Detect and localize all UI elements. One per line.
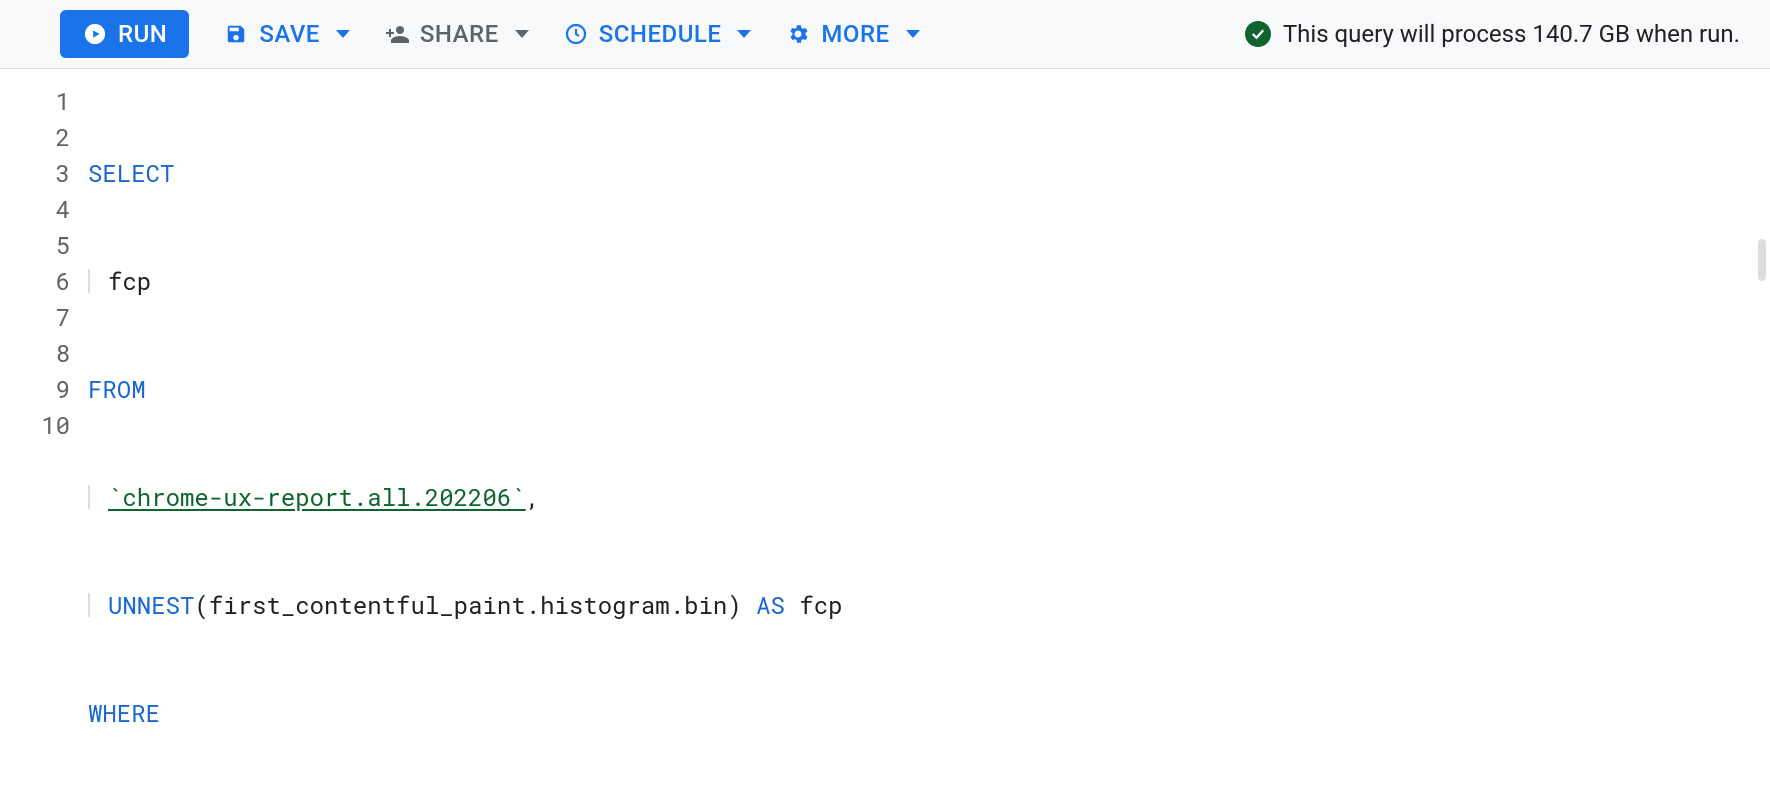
validation-text: This query will process 140.7 GB when ru… — [1283, 20, 1740, 48]
query-toolbar: RUN SAVE SHARE SCHEDULE MORE This qu — [0, 0, 1770, 69]
schedule-label: SCHEDULE — [599, 20, 722, 48]
scrollbar-thumb[interactable] — [1758, 239, 1766, 281]
check-circle-icon — [1245, 21, 1271, 47]
run-label: RUN — [118, 20, 167, 48]
chevron-down-icon — [737, 30, 751, 38]
chevron-down-icon — [906, 30, 920, 38]
save-icon — [223, 21, 249, 47]
more-label: MORE — [821, 20, 889, 48]
more-button[interactable]: MORE — [785, 20, 919, 48]
line-gutter: 1 2 3 4 5 6 7 8 9 10 — [0, 69, 88, 798]
chevron-down-icon — [515, 30, 529, 38]
save-label: SAVE — [259, 20, 320, 48]
code-area[interactable]: SELECT fcp FROM `chrome-ux-report.all.20… — [88, 69, 1770, 798]
share-label: SHARE — [420, 20, 499, 48]
sql-editor[interactable]: 1 2 3 4 5 6 7 8 9 10 SELECT fcp FROM `ch… — [0, 69, 1770, 798]
play-icon — [82, 21, 108, 47]
save-button[interactable]: SAVE — [223, 20, 350, 48]
person-add-icon — [384, 21, 410, 47]
gear-icon — [785, 21, 811, 47]
clock-icon — [563, 21, 589, 47]
run-button[interactable]: RUN — [60, 10, 189, 58]
schedule-button[interactable]: SCHEDULE — [563, 20, 752, 48]
share-button[interactable]: SHARE — [384, 20, 529, 48]
chevron-down-icon — [336, 30, 350, 38]
query-validation: This query will process 140.7 GB when ru… — [1245, 20, 1740, 48]
